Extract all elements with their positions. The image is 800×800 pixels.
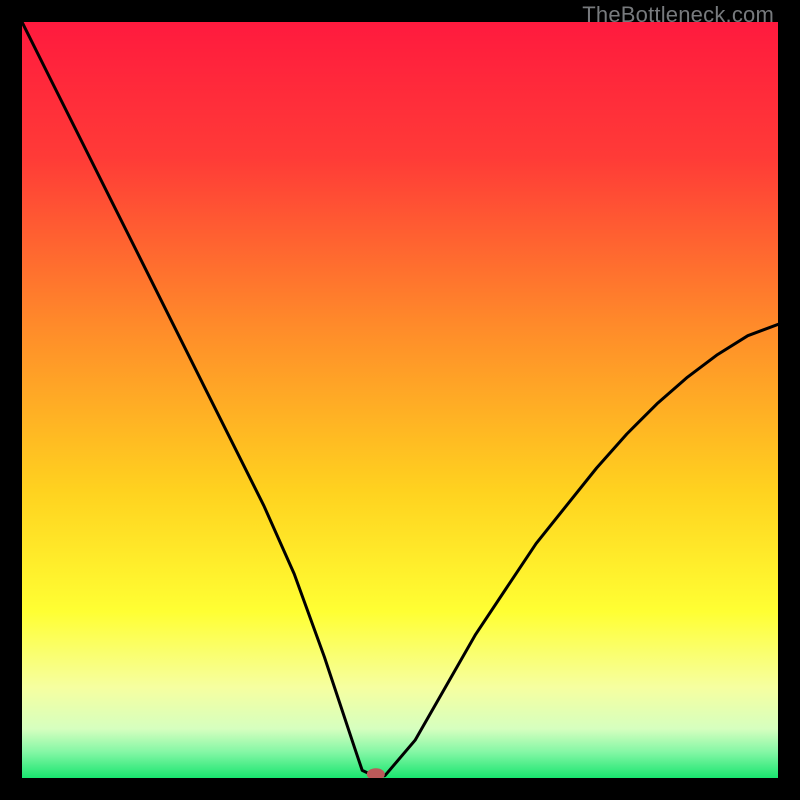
- gradient-background: [22, 22, 778, 778]
- bottleneck-chart: [22, 22, 778, 778]
- chart-frame: [22, 22, 778, 778]
